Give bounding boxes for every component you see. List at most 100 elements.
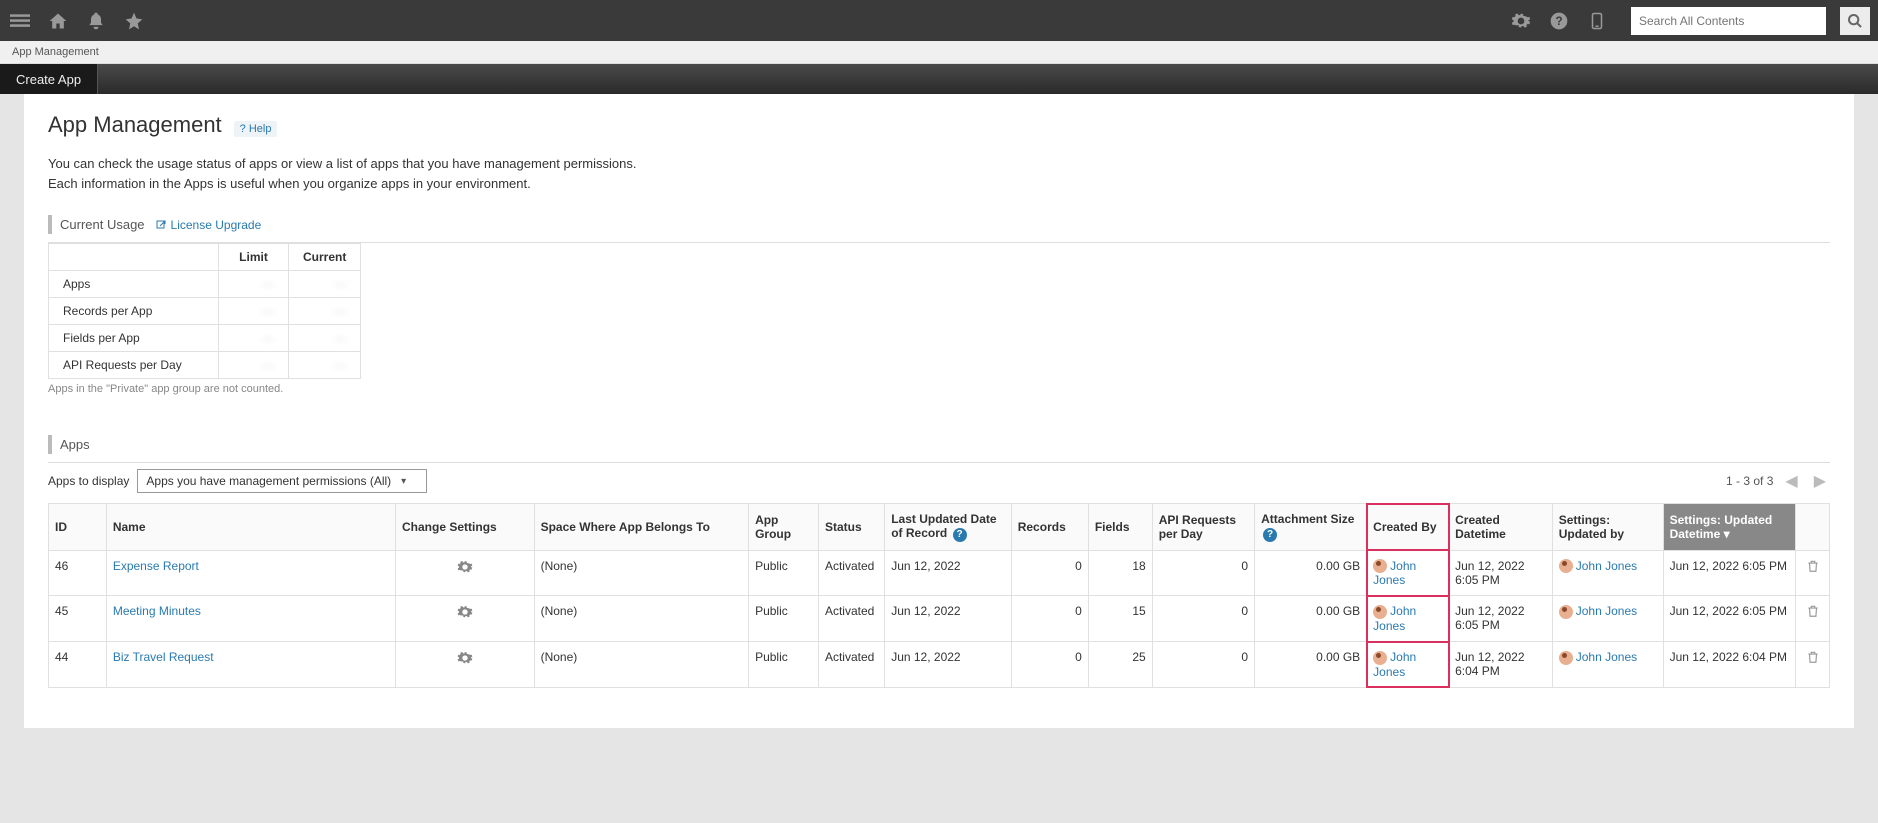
usage-current: —: [289, 352, 361, 379]
cell-name: Expense Report: [106, 550, 395, 596]
col-fields[interactable]: Fields: [1088, 504, 1152, 551]
cell-records: 0: [1011, 550, 1088, 596]
help-icon[interactable]: ?: [1263, 528, 1277, 542]
col-status[interactable]: Status: [818, 504, 884, 551]
avatar: [1559, 651, 1573, 665]
col-change-settings[interactable]: Change Settings: [396, 504, 535, 551]
trash-icon[interactable]: [1806, 562, 1820, 576]
col-attachment-size[interactable]: Attachment Size ?: [1255, 504, 1367, 551]
prev-page-button[interactable]: ◀: [1781, 471, 1801, 491]
col-created-by[interactable]: Created By: [1367, 504, 1449, 551]
cell-settings-updated-datetime: Jun 12, 2022 6:05 PM: [1663, 550, 1796, 596]
table-row: 46 Expense Report (None) Public Activate…: [49, 550, 1830, 596]
col-delete: [1796, 504, 1830, 551]
usage-row: Apps — —: [49, 271, 361, 298]
home-icon[interactable]: [46, 9, 70, 33]
col-api[interactable]: API Requests per Day: [1152, 504, 1254, 551]
cell-id: 46: [49, 550, 107, 596]
apps-controls: Apps to display Apps you have management…: [48, 469, 1830, 493]
device-icon[interactable]: [1585, 9, 1609, 33]
cell-id: 44: [49, 642, 107, 688]
license-upgrade-link[interactable]: License Upgrade: [155, 218, 262, 232]
apps-display-select[interactable]: Apps you have management permissions (Al…: [137, 469, 427, 493]
trash-icon[interactable]: [1806, 653, 1820, 667]
cell-api: 0: [1152, 642, 1254, 688]
table-row: 44 Biz Travel Request (None) Public Acti…: [49, 642, 1830, 688]
cell-api: 0: [1152, 550, 1254, 596]
help-icon[interactable]: ?: [953, 528, 967, 542]
col-app-group[interactable]: App Group: [749, 504, 819, 551]
gear-icon[interactable]: [457, 604, 473, 620]
cell-attachment: 0.00 GB: [1255, 596, 1367, 642]
col-settings-updated-by[interactable]: Settings: Updated by: [1552, 504, 1663, 551]
usage-col-limit: Limit: [219, 244, 289, 271]
create-app-button[interactable]: Create App: [0, 64, 98, 94]
cell-status: Activated: [818, 596, 884, 642]
cell-api: 0: [1152, 596, 1254, 642]
bell-icon[interactable]: [84, 9, 108, 33]
external-icon: [155, 219, 167, 231]
cell-records: 0: [1011, 642, 1088, 688]
cell-created-by: John Jones: [1367, 596, 1449, 642]
col-settings-updated-datetime[interactable]: Settings: Updated Datetime ▾: [1663, 504, 1796, 551]
usage-note: Apps in the "Private" app group are not …: [48, 383, 1830, 395]
cell-id: 45: [49, 596, 107, 642]
search-button[interactable]: [1840, 7, 1870, 35]
usage-limit: —: [219, 298, 289, 325]
menu-icon[interactable]: [8, 9, 32, 33]
avatar: [1559, 559, 1573, 573]
apps-display-label: Apps to display: [48, 474, 129, 488]
cell-settings-updated-by: John Jones: [1552, 642, 1663, 688]
trash-icon[interactable]: [1806, 607, 1820, 621]
intro-line: Each information in the Apps is useful w…: [48, 174, 1830, 194]
secondary-bar: Create App: [0, 64, 1878, 94]
usage-current: —: [289, 298, 361, 325]
cell-change-settings: [396, 642, 535, 688]
app-name-link[interactable]: Meeting Minutes: [113, 604, 201, 618]
cell-fields: 25: [1088, 642, 1152, 688]
search-input[interactable]: [1639, 14, 1818, 28]
col-name[interactable]: Name: [106, 504, 395, 551]
gear-icon[interactable]: [1509, 9, 1533, 33]
cell-change-settings: [396, 596, 535, 642]
cell-name: Meeting Minutes: [106, 596, 395, 642]
cell-settings-updated-by: John Jones: [1552, 596, 1663, 642]
usage-limit: —: [219, 352, 289, 379]
cell-group: Public: [749, 596, 819, 642]
gear-icon[interactable]: [457, 559, 473, 575]
star-icon[interactable]: [122, 9, 146, 33]
topbar: ?: [0, 0, 1878, 41]
col-last-updated[interactable]: Last Updated Date of Record ?: [885, 504, 1012, 551]
cell-created-datetime: Jun 12, 2022 6:05 PM: [1449, 596, 1553, 642]
cell-settings-updated-datetime: Jun 12, 2022 6:04 PM: [1663, 642, 1796, 688]
cell-name: Biz Travel Request: [106, 642, 395, 688]
user-link[interactable]: John Jones: [1576, 650, 1637, 664]
table-row: 45 Meeting Minutes (None) Public Activat…: [49, 596, 1830, 642]
app-name-link[interactable]: Biz Travel Request: [113, 650, 214, 664]
avatar: [1373, 605, 1387, 619]
next-page-button[interactable]: ▶: [1810, 471, 1830, 491]
cell-group: Public: [749, 642, 819, 688]
apps-heading: Apps: [48, 435, 1830, 454]
col-records[interactable]: Records: [1011, 504, 1088, 551]
help-link[interactable]: ? Help: [234, 121, 278, 137]
cell-records: 0: [1011, 596, 1088, 642]
cell-delete: [1796, 642, 1830, 688]
cell-status: Activated: [818, 642, 884, 688]
gear-icon[interactable]: [457, 650, 473, 666]
user-link[interactable]: John Jones: [1576, 604, 1637, 618]
apps-table: ID Name Change Settings Space Where App …: [48, 503, 1830, 688]
svg-text:?: ?: [1555, 15, 1562, 28]
cell-created-by: John Jones: [1367, 550, 1449, 596]
cell-space: (None): [534, 596, 748, 642]
col-id[interactable]: ID: [49, 504, 107, 551]
col-created-datetime[interactable]: Created Datetime: [1449, 504, 1553, 551]
col-space[interactable]: Space Where App Belongs To: [534, 504, 748, 551]
avatar: [1373, 651, 1387, 665]
help-icon[interactable]: ?: [1547, 9, 1571, 33]
usage-heading-label: Current Usage: [60, 217, 145, 232]
user-link[interactable]: John Jones: [1576, 559, 1637, 573]
cell-last-updated: Jun 12, 2022: [885, 596, 1012, 642]
cell-settings-updated-by: John Jones: [1552, 550, 1663, 596]
app-name-link[interactable]: Expense Report: [113, 559, 199, 573]
